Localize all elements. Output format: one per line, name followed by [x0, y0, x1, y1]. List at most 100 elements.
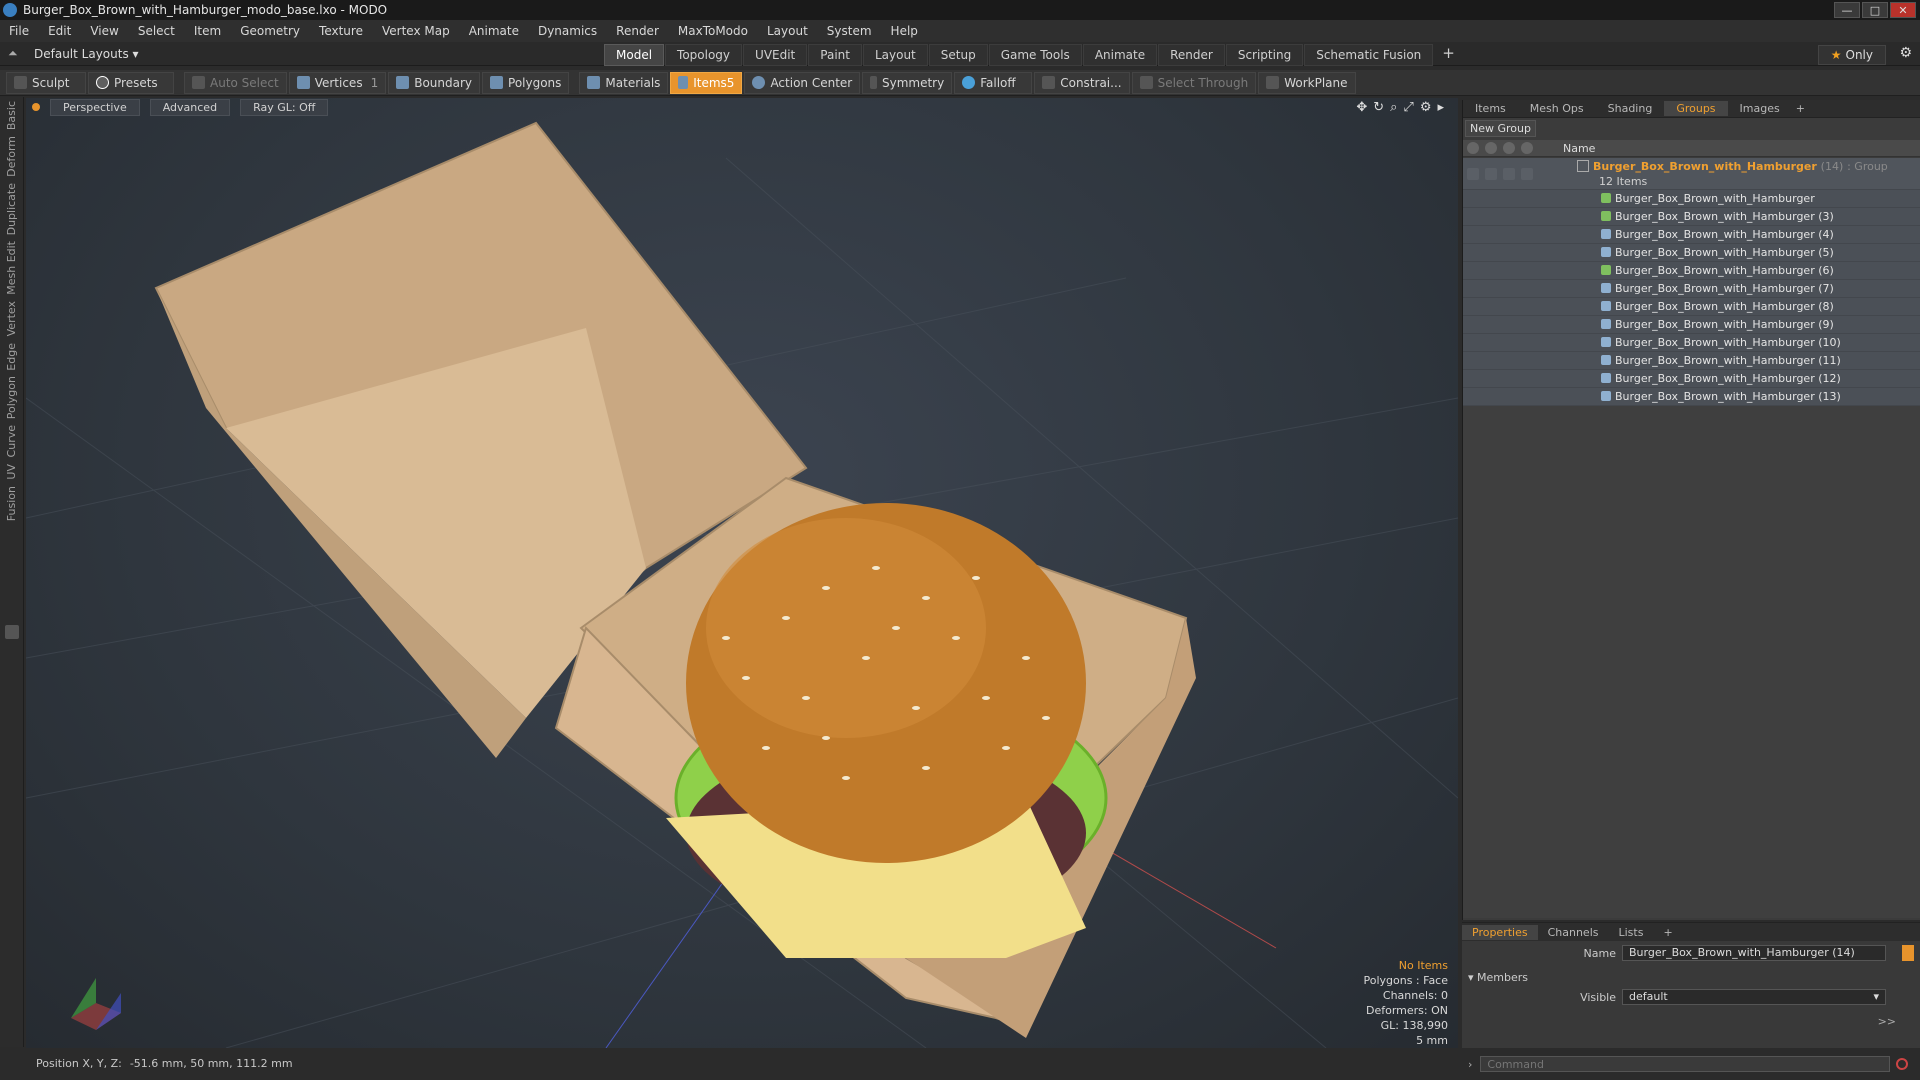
menu-file[interactable]: File [0, 24, 39, 38]
list-item[interactable]: Burger_Box_Brown_with_Hamburger (13) [1463, 388, 1920, 406]
render-column-icon[interactable] [1485, 142, 1497, 154]
select-through-button[interactable]: Select Through [1131, 71, 1257, 94]
pan-icon[interactable]: ✥ [1356, 100, 1367, 115]
tab-uvedit[interactable]: UVEdit [743, 44, 808, 66]
items-button[interactable]: Items 5 [670, 71, 743, 94]
tab-items[interactable]: Items [1463, 101, 1518, 116]
presets-button[interactable]: Presets [88, 71, 174, 94]
zoom-icon[interactable]: ⌕ [1390, 100, 1397, 115]
strip-tab-deform[interactable]: Deform [5, 136, 18, 177]
group-row[interactable]: Burger_Box_Brown_with_Hamburger (14) : G… [1463, 158, 1920, 190]
minimize-button[interactable]: — [1834, 2, 1860, 18]
tab-animate[interactable]: Animate [1082, 44, 1158, 66]
list-item[interactable]: Burger_Box_Brown_with_Hamburger (11) [1463, 352, 1920, 370]
visibility-column-icon[interactable] [1467, 142, 1479, 154]
fit-icon[interactable]: ⤢ [1403, 100, 1413, 115]
polygons-button[interactable]: Polygons [482, 71, 570, 94]
members-section[interactable]: ▾ Members [1468, 971, 1528, 984]
select-column-icon[interactable] [1521, 142, 1533, 154]
tab-game-tools[interactable]: Game Tools [988, 44, 1082, 66]
menu-layout[interactable]: Layout [758, 24, 818, 38]
name-column-header[interactable]: Name [1563, 142, 1595, 155]
list-item[interactable]: Burger_Box_Brown_with_Hamburger (4) [1463, 226, 1920, 244]
menu-animate[interactable]: Animate [460, 24, 529, 38]
tab-render[interactable]: Render [1158, 44, 1225, 66]
menu-maxtomodo[interactable]: MaxToModo [669, 24, 758, 38]
list-item[interactable]: Burger_Box_Brown_with_Hamburger (12) [1463, 370, 1920, 388]
more-button[interactable]: >> [1878, 1015, 1896, 1028]
constraints-button[interactable]: Constrai... [1034, 71, 1130, 94]
vertices-button[interactable]: Vertices 1 [288, 71, 387, 94]
list-item[interactable]: Burger_Box_Brown_with_Hamburger (7) [1463, 280, 1920, 298]
tab-model[interactable]: Model [604, 44, 665, 66]
tab-properties[interactable]: Properties [1462, 924, 1538, 940]
stop-icon[interactable] [1896, 1058, 1909, 1070]
viewport-settings-icon[interactable]: ⚙ [1420, 100, 1432, 115]
strip-tab-edge[interactable]: Edge [5, 343, 18, 371]
layouts-dropdown[interactable]: ⏶ Default Layouts ▾ [8, 46, 139, 61]
list-item[interactable]: Burger_Box_Brown_with_Hamburger (8) [1463, 298, 1920, 316]
materials-button[interactable]: Materials [579, 71, 669, 94]
command-input[interactable] [1480, 1056, 1891, 1072]
menu-item[interactable]: Item [185, 24, 231, 38]
menu-edit[interactable]: Edit [39, 24, 81, 38]
tab-lists[interactable]: Lists [1609, 925, 1654, 940]
strip-tab-basic[interactable]: Basic [5, 101, 18, 130]
name-field[interactable]: Burger_Box_Brown_with_Hamburger (14) [1622, 945, 1886, 961]
list-item[interactable]: Burger_Box_Brown_with_Hamburger (10) [1463, 334, 1920, 352]
lock-icon[interactable] [1503, 167, 1515, 180]
tab-mesh-ops[interactable]: Mesh Ops [1518, 101, 1596, 116]
strip-tab-uv[interactable]: UV [5, 464, 18, 480]
menu-geometry[interactable]: Geometry [231, 24, 310, 38]
list-item[interactable]: Burger_Box_Brown_with_Hamburger (3) [1463, 208, 1920, 226]
visible-dropdown[interactable]: default ▾ [1622, 989, 1886, 1005]
menu-help[interactable]: Help [882, 24, 928, 38]
tab-paint[interactable]: Paint [808, 44, 862, 66]
menu-system[interactable]: System [818, 24, 882, 38]
3d-viewport[interactable]: Perspective Advanced Ray GL: Off ✥ ↻ ⌕ ⤢… [26, 98, 1458, 1048]
eye-icon[interactable] [1467, 167, 1479, 180]
list-item[interactable]: Burger_Box_Brown_with_Hamburger (9) [1463, 316, 1920, 334]
list-item[interactable]: Burger_Box_Brown_with_Hamburger [1463, 190, 1920, 208]
list-item[interactable]: Burger_Box_Brown_with_Hamburger (5) [1463, 244, 1920, 262]
strip-tab-vertex[interactable]: Vertex [5, 301, 18, 336]
render-icon[interactable] [1485, 167, 1497, 180]
strip-toggle-icon[interactable] [5, 625, 19, 639]
tab-layout[interactable]: Layout [862, 44, 928, 66]
select-icon[interactable] [1521, 167, 1533, 180]
strip-tab-curve[interactable]: Curve [5, 425, 18, 457]
rotate-icon[interactable]: ↻ [1373, 100, 1384, 115]
sculpt-button[interactable]: Sculpt [6, 71, 86, 94]
menu-vertex-map[interactable]: Vertex Map [373, 24, 460, 38]
tab-topology[interactable]: Topology [665, 44, 743, 66]
strip-tab-duplicate[interactable]: Duplicate [5, 183, 18, 235]
tab-schematic-fusion[interactable]: Schematic Fusion [1304, 44, 1434, 66]
advanced-button[interactable]: Advanced [149, 98, 231, 116]
raygl-button[interactable]: Ray GL: Off [240, 98, 329, 116]
tab-scripting[interactable]: Scripting [1225, 44, 1304, 66]
tab-images[interactable]: Images [1728, 101, 1792, 116]
color-swatch[interactable] [1902, 945, 1914, 961]
tab-shading[interactable]: Shading [1596, 101, 1665, 116]
symmetry-button[interactable]: Symmetry [862, 71, 953, 94]
boundary-button[interactable]: Boundary [388, 71, 481, 94]
only-button[interactable]: ★ Only [1817, 45, 1886, 65]
close-button[interactable]: ✕ [1890, 2, 1916, 18]
perspective-button[interactable]: Perspective [50, 98, 140, 116]
menu-view[interactable]: View [81, 24, 128, 38]
menu-dynamics[interactable]: Dynamics [529, 24, 607, 38]
workplane-button[interactable]: WorkPlane [1258, 71, 1356, 94]
strip-tab-polygon[interactable]: Polygon [5, 376, 18, 419]
tab-setup[interactable]: Setup [928, 44, 988, 66]
falloff-button[interactable]: Falloff [954, 71, 1033, 94]
add-panel-tab-button[interactable]: + [1792, 102, 1809, 115]
viewport-more-icon[interactable]: ▸ [1437, 100, 1444, 115]
tab-groups[interactable]: Groups [1664, 101, 1728, 116]
auto-select-button[interactable]: Auto Select [184, 71, 287, 94]
list-item[interactable]: Burger_Box_Brown_with_Hamburger (6) [1463, 262, 1920, 280]
menu-texture[interactable]: Texture [310, 24, 373, 38]
tab-channels[interactable]: Channels [1538, 925, 1609, 940]
strip-tab-mesh-edit[interactable]: Mesh Edit [5, 241, 18, 295]
action-center-button[interactable]: Action Center [744, 71, 861, 94]
add-tab-button[interactable]: + [1434, 44, 1463, 66]
